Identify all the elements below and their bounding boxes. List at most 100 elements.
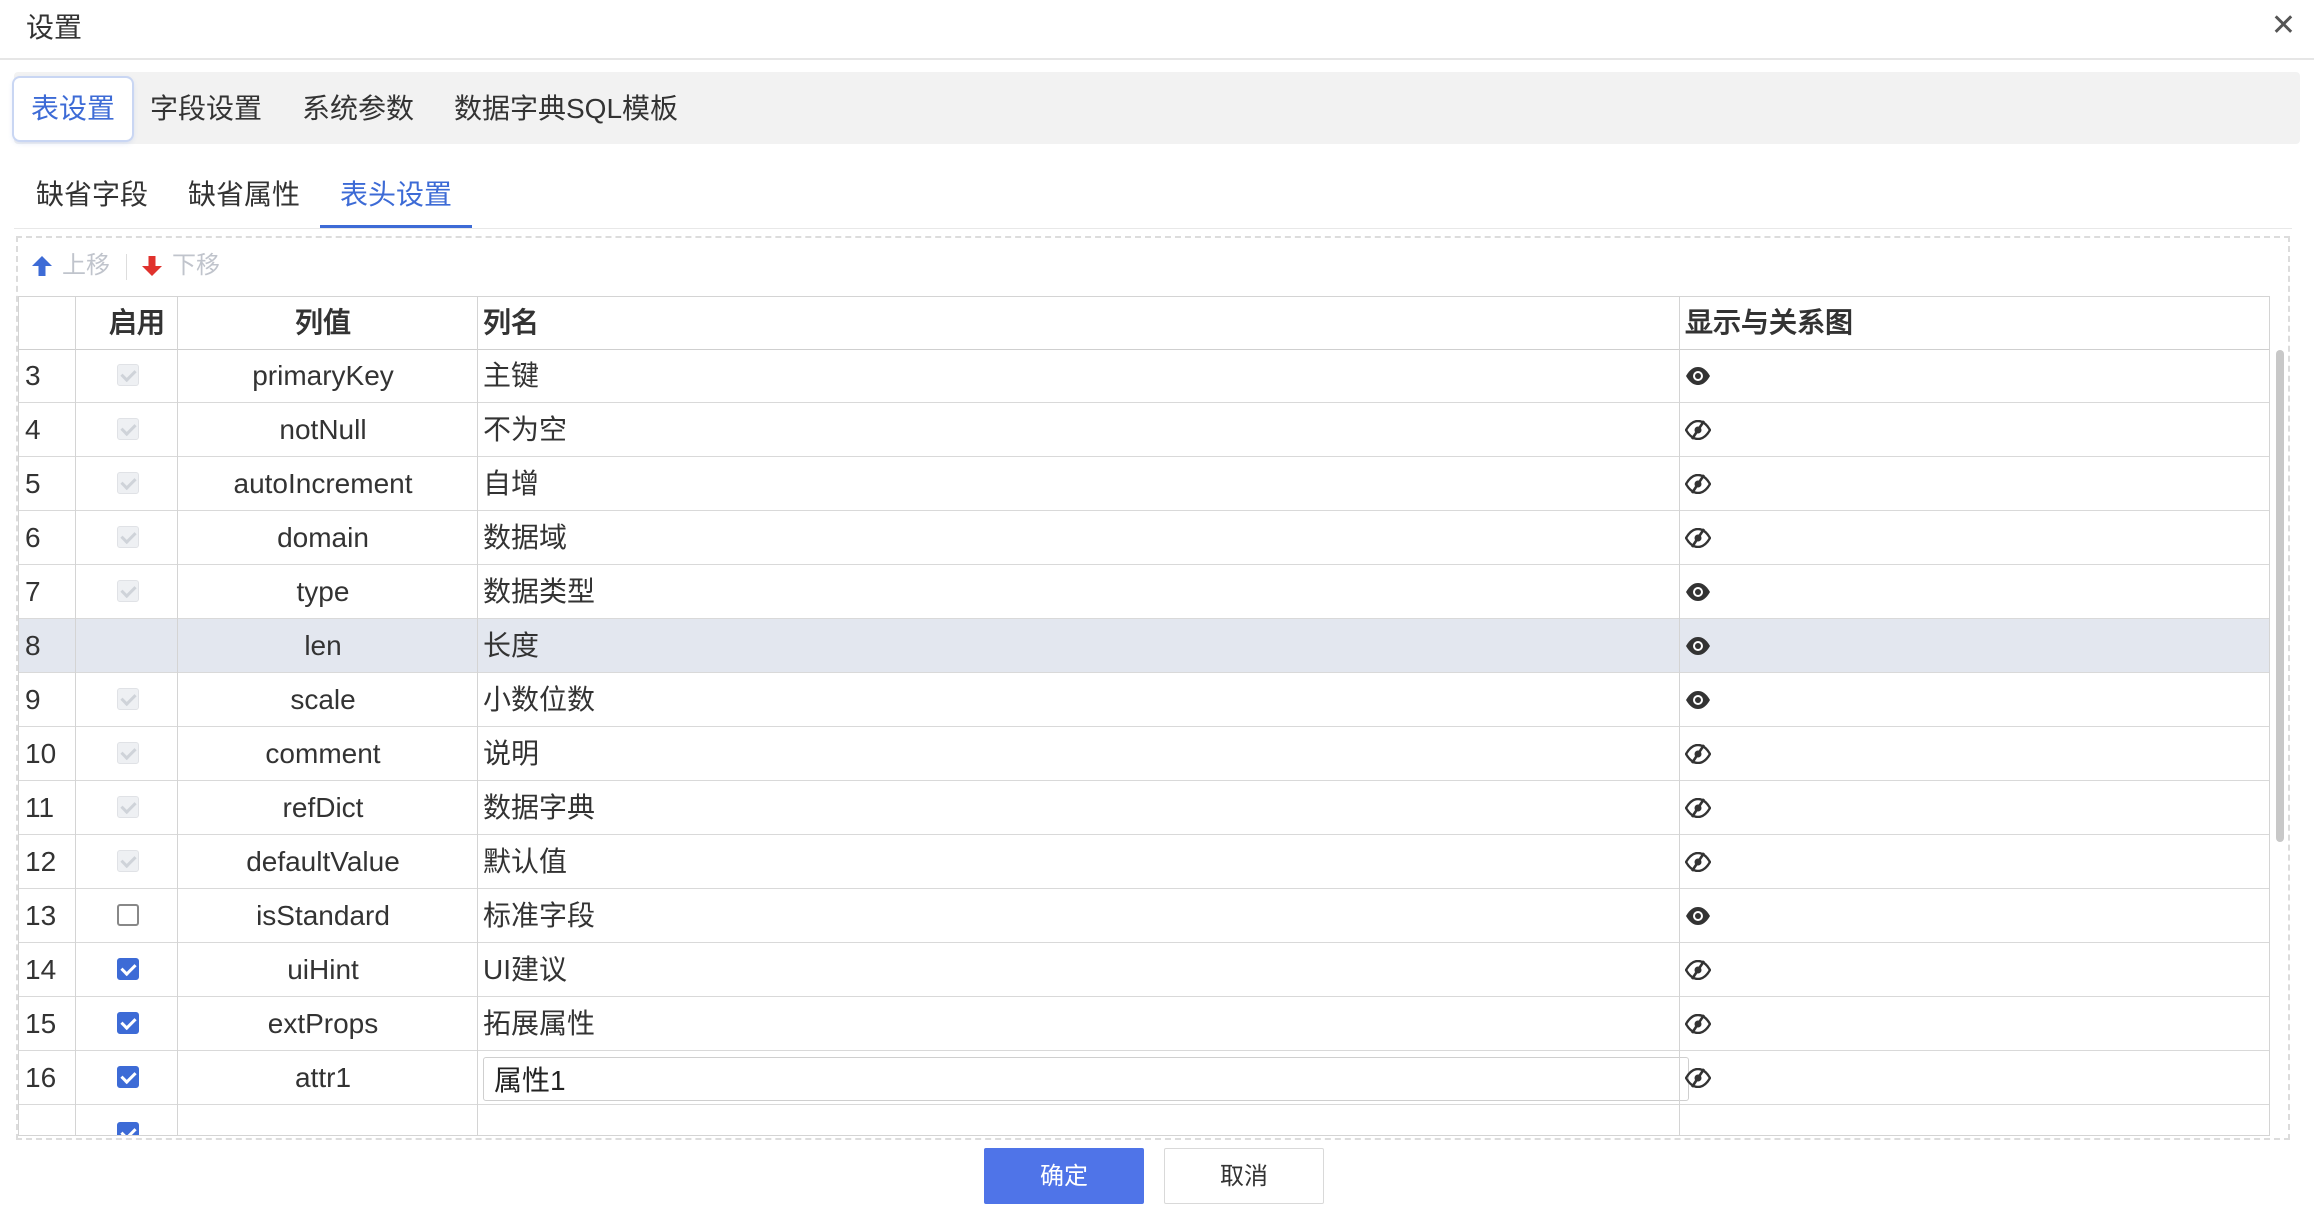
column-name[interactable]: 标准字段 [483,889,595,942]
column-name[interactable]: 小数位数 [483,673,595,726]
grid-scrollbar[interactable] [2276,350,2284,842]
col-divider [75,297,76,1135]
eye-slash-icon[interactable] [1684,851,1712,873]
eye-icon[interactable] [1685,366,1711,386]
move-down-label: 下移 [172,252,220,279]
eye-slash-icon[interactable] [1684,1067,1712,1089]
column-name[interactable]: 自增 [483,457,539,510]
table-row[interactable]: 8 len 长度 [19,619,2269,673]
column-name[interactable]: 不为空 [483,403,567,456]
column-name[interactable]: 主键 [483,349,539,402]
column-name[interactable]: 长度 [483,619,539,672]
column-name[interactable]: 拓展属性 [483,997,595,1050]
column-value[interactable]: scale [175,673,471,726]
subtab-default-fields[interactable]: 缺省字段 [36,170,148,228]
eye-slash-icon[interactable] [1684,797,1712,819]
column-name-input[interactable] [483,1057,1689,1101]
eye-icon[interactable] [1685,690,1711,710]
enabled-checkbox [117,418,139,440]
table-row[interactable]: 9 scale 小数位数 [19,673,2269,727]
enabled-checkbox[interactable] [117,904,139,926]
table-row[interactable]: 5 autoIncrement 自增 [19,457,2269,511]
table-row[interactable]: 12 defaultValue 默认值 [19,835,2269,889]
eye-slash-icon[interactable] [1684,419,1712,441]
table-row[interactable]: 16 attr1 [19,1051,2269,1105]
column-name[interactable]: 数据类型 [483,565,595,618]
eye-slash-icon[interactable] [1684,959,1712,981]
column-name[interactable]: UI建议 [483,943,567,996]
enabled-checkbox[interactable] [117,1012,139,1034]
row-number: 13 [25,900,57,931]
column-value[interactable]: domain [175,511,471,564]
table-row[interactable]: 15 extProps 拓展属性 [19,997,2269,1051]
column-name[interactable]: 数据字典 [483,781,595,834]
col-header-display[interactable]: 显示与关系图 [1685,297,1853,349]
table-row[interactable]: 7 type 数据类型 [19,565,2269,619]
column-value[interactable] [175,1107,471,1135]
eye-slash-icon[interactable] [1684,1013,1712,1035]
column-value[interactable]: primaryKey [175,349,471,402]
table-row[interactable]: 13 isStandard 标准字段 [19,889,2269,943]
column-value[interactable]: uiHint [175,943,471,996]
column-value[interactable]: comment [175,727,471,780]
checkbox-box [117,796,139,818]
column-name[interactable]: 说明 [483,727,539,780]
enabled-checkbox [117,526,139,548]
table-row[interactable] [19,1107,2269,1135]
row-number: 11 [25,792,55,823]
row-number: 15 [25,1008,57,1039]
tab-dict-sql-template[interactable]: 数据字典SQL模板 [454,78,678,140]
enabled-checkbox [117,364,139,386]
subtab-header-settings[interactable]: 表头设置 [320,170,472,228]
arrow-down-icon [142,256,162,276]
enabled-checkbox[interactable] [117,1066,139,1088]
column-value[interactable]: extProps [175,997,471,1050]
subtab-divider [14,228,2292,229]
column-value[interactable]: defaultValue [175,835,471,888]
subtab-default-attrs[interactable]: 缺省属性 [188,170,300,228]
enabled-checkbox[interactable] [117,958,139,980]
eye-slash-icon[interactable] [1684,473,1712,495]
tab-table-settings[interactable]: 表设置 [14,78,132,140]
table-row[interactable]: 14 uiHint UI建议 [19,943,2269,997]
table-row[interactable]: 3 primaryKey 主键 [19,349,2269,403]
cancel-button[interactable]: 取消 [1164,1148,1324,1204]
eye-icon[interactable] [1685,582,1711,602]
eye-icon[interactable] [1685,636,1711,656]
checkbox-box [117,634,139,656]
column-value[interactable]: isStandard [175,889,471,942]
enabled-checkbox [117,472,139,494]
checkbox-box [117,1122,139,1135]
column-value[interactable]: len [175,619,471,672]
enabled-checkbox [117,742,139,764]
table-row[interactable]: 11 refDict 数据字典 [19,781,2269,835]
table-row[interactable]: 10 comment 说明 [19,727,2269,781]
column-name[interactable]: 默认值 [483,835,567,888]
enabled-checkbox[interactable] [117,1122,139,1135]
col-header-name[interactable]: 列名 [483,297,539,349]
column-value[interactable]: attr1 [175,1051,471,1104]
table-row[interactable]: 6 domain 数据域 [19,511,2269,565]
column-value[interactable]: autoIncrement [175,457,471,510]
eye-icon[interactable] [1685,906,1711,926]
confirm-button[interactable]: 确定 [984,1148,1144,1204]
column-value[interactable]: refDict [175,781,471,834]
tab-system-params[interactable]: 系统参数 [302,78,414,140]
tab-field-settings[interactable]: 字段设置 [150,78,262,140]
enabled-checkbox [117,634,139,656]
checkbox-box [117,526,139,548]
row-number: 6 [25,522,41,553]
col-header-value[interactable]: 列值 [175,297,471,349]
table-row[interactable]: 4 notNull 不为空 [19,403,2269,457]
column-value[interactable]: type [175,565,471,618]
checkbox-box [117,580,139,602]
eye-slash-icon[interactable] [1684,527,1712,549]
main-tab-bar: 表设置 字段设置 系统参数 数据字典SQL模板 [14,72,2300,144]
arrow-up-icon [32,256,52,276]
close-icon[interactable]: ✕ [2271,8,2296,44]
dialog-title: 设置 [26,12,83,43]
column-name[interactable]: 数据域 [483,511,567,564]
column-value[interactable]: notNull [175,403,471,456]
eye-slash-icon[interactable] [1684,743,1712,765]
row-number: 8 [25,630,41,661]
